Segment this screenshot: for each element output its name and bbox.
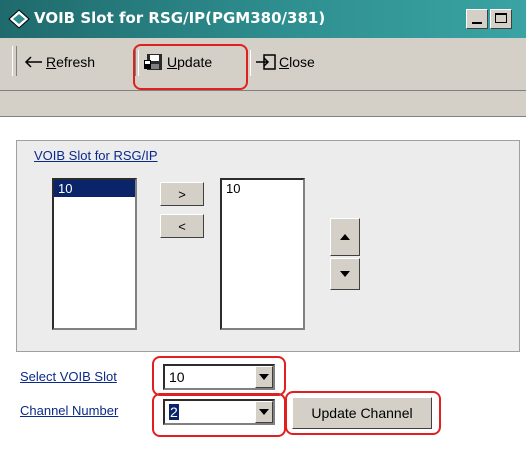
maximize-button[interactable] [490,9,512,29]
channel-number-value: 2 [169,404,179,420]
select-voib-slot-label: Select VOIB Slot [20,369,117,384]
refresh-label: Refresh [46,54,96,70]
available-slots-list[interactable]: 10 [52,178,137,330]
save-disk-icon [144,54,162,70]
maximize-icon [495,13,507,23]
minimize-button[interactable] [466,9,488,29]
channel-number-label: Channel Number [20,403,119,418]
move-up-button[interactable] [330,218,360,256]
toolbar-grip[interactable] [12,46,17,76]
move-down-button[interactable] [330,258,360,290]
toolbar: Refresh Update Close [0,38,526,91]
list-item[interactable]: 10 [222,180,303,197]
app-diamond-icon [8,9,30,29]
close-button[interactable]: Close [255,50,315,74]
chevron-down-icon [259,374,269,380]
exit-door-icon [256,54,276,70]
voib-slot-value: 10 [169,369,185,385]
refresh-button[interactable]: Refresh [22,50,95,74]
minimize-icon [472,22,482,24]
selected-slots-list[interactable]: 10 [220,178,305,330]
arrow-down-icon [340,271,350,277]
dropdown-button[interactable] [255,401,273,423]
title-bar: VOIB Slot for RSG/IP(PGM380/381) [0,0,526,38]
move-right-button[interactable]: > [160,182,204,206]
group-title: VOIB Slot for RSG/IP [34,148,158,163]
update-label: Update [167,54,213,70]
channel-number-select[interactable]: 2 [163,399,275,425]
chevron-down-icon [259,409,269,415]
voib-slot-select[interactable]: 10 [163,364,275,390]
dropdown-button[interactable] [255,366,273,388]
close-label: Close [279,54,315,70]
toolbar-separator [135,50,139,76]
list-item[interactable]: 10 [54,180,135,197]
toolbar-separator [247,50,251,76]
arrow-up-icon [340,234,350,240]
app-window: VOIB Slot for RSG/IP(PGM380/381) Refresh… [0,0,526,451]
move-left-button[interactable]: < [160,214,204,238]
back-arrow-icon [24,56,42,68]
window-title: VOIB Slot for RSG/IP(PGM380/381) [34,9,326,27]
update-button[interactable]: Update [143,50,212,74]
update-channel-button[interactable]: Update Channel [292,397,432,429]
